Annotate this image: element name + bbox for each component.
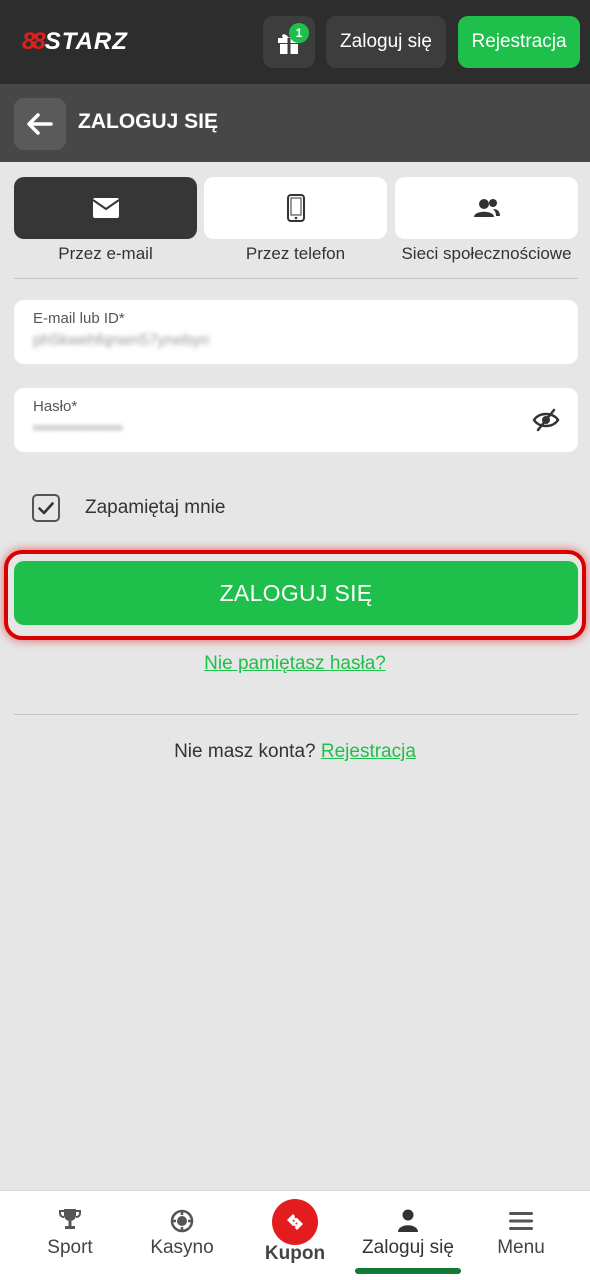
tab-phone-label: Przez telefon	[245, 244, 346, 263]
title-bar: ZALOGUJ SIĘ	[0, 84, 590, 162]
nav-login-label: Zaloguj się	[362, 1237, 454, 1258]
password-field-label: Hasło*	[33, 398, 78, 415]
page-title: ZALOGUJ SIĘ	[78, 110, 219, 133]
logo[interactable]: 88 STARZ	[22, 28, 128, 56]
nav-login[interactable]: Zaloguj się	[355, 1191, 461, 1280]
arrow-left-icon	[27, 113, 53, 135]
gift-badge: 1	[289, 23, 309, 43]
submit-button[interactable]: ZALOGUJ SIĘ	[14, 561, 578, 625]
tab-social[interactable]	[395, 177, 578, 239]
bottom-nav: Sport Kasyno Kupon Zaloguj się Menu	[0, 1190, 590, 1280]
password-field-value: ••••••••••••••••	[33, 420, 123, 437]
no-account-row: Nie masz konta? Rejestracja	[0, 741, 590, 763]
tab-social-label: Sieci społecznościowe	[401, 244, 572, 263]
nav-kupon[interactable]: Kupon	[245, 1191, 345, 1280]
user-icon	[398, 1209, 418, 1232]
logo-mark: 88	[22, 28, 46, 55]
login-button[interactable]: Zaloguj się	[326, 16, 446, 68]
back-button[interactable]	[14, 98, 66, 150]
tab-email[interactable]	[14, 177, 197, 239]
users-icon	[473, 199, 500, 217]
casino-chip-icon	[170, 1209, 194, 1233]
check-icon	[38, 501, 54, 514]
ticket-icon	[287, 1214, 303, 1230]
remember-label[interactable]: Zapamiętaj mnie	[85, 497, 225, 519]
gift-button[interactable]: 1	[263, 16, 315, 68]
divider	[14, 278, 578, 279]
envelope-icon	[91, 198, 120, 218]
active-tab-indicator	[355, 1268, 461, 1274]
no-account-text: Nie masz konta?	[174, 741, 316, 762]
nav-kupon-label: Kupon	[264, 1243, 326, 1264]
top-bar: 88 STARZ 1 Zaloguj się Rejestracja	[0, 0, 590, 84]
tab-phone[interactable]	[204, 177, 387, 239]
email-field-value: ph5kwehfqnwn57ynebyn	[33, 332, 210, 349]
nav-sport[interactable]: Sport	[20, 1191, 120, 1280]
register-button[interactable]: Rejestracja	[458, 16, 580, 68]
register-link[interactable]: Rejestracja	[321, 741, 416, 762]
tab-email-label: Przez e-mail	[58, 244, 153, 263]
email-field[interactable]: E-mail lub ID* ph5kwehfqnwn57ynebyn	[14, 300, 578, 364]
email-field-label: E-mail lub ID*	[33, 310, 125, 327]
nav-casino-label: Kasyno	[150, 1237, 214, 1258]
forgot-password-link[interactable]: Nie pamiętasz hasła?	[0, 653, 590, 675]
logo-text: STARZ	[44, 28, 128, 55]
kupon-badge	[272, 1199, 318, 1245]
phone-icon	[286, 194, 305, 222]
hamburger-icon	[509, 1212, 533, 1230]
trophy-icon	[59, 1209, 81, 1229]
nav-menu-label: Menu	[497, 1237, 545, 1258]
remember-checkbox[interactable]	[32, 494, 60, 522]
nav-casino[interactable]: Kasyno	[132, 1191, 232, 1280]
password-field[interactable]: Hasło* ••••••••••••••••	[14, 388, 578, 452]
nav-sport-label: Sport	[47, 1237, 93, 1258]
nav-menu[interactable]: Menu	[472, 1191, 570, 1280]
divider	[14, 714, 578, 715]
eye-slash-icon[interactable]	[532, 408, 560, 432]
